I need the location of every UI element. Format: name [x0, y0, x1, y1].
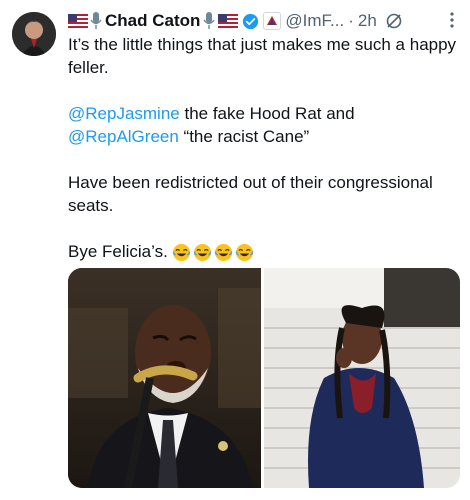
avatar[interactable] [12, 12, 56, 56]
tweet-line: @RepJasmine the fake Hood Rat and [68, 102, 460, 125]
microphone-icon [90, 12, 102, 29]
microphone-icon [203, 12, 215, 29]
timestamp[interactable]: 2h [358, 11, 377, 31]
edited-icon[interactable] [385, 12, 403, 30]
us-flag-icon [218, 14, 239, 28]
tweet[interactable]: Chad Caton @ImF... · 2h It’s the little … [0, 0, 470, 500]
verified-badge-icon[interactable] [242, 13, 259, 30]
tweet-text-fragment: Bye Felicia’s. [68, 242, 168, 261]
more-options-icon[interactable] [442, 10, 462, 30]
mention-link[interactable]: @RepAlGreen [68, 127, 179, 146]
media-grid [68, 268, 460, 488]
laughing-emoji-icon [193, 243, 212, 262]
user-handle[interactable]: @ImF... [285, 11, 344, 31]
laughing-emoji-icon [214, 243, 233, 262]
mention-link[interactable]: @RepJasmine [68, 104, 180, 123]
tweet-line: Have been redistricted out of their cong… [68, 173, 433, 215]
tweet-text-fragment: “the racist Cane” [178, 127, 310, 146]
laughing-emoji-icon [235, 243, 254, 262]
laughing-emoji-icon [172, 243, 191, 262]
affiliate-badge-icon[interactable] [263, 12, 282, 30]
separator-dot: · [348, 11, 354, 30]
tweet-line: Bye Felicia’s. [68, 240, 460, 263]
tweet-line: @RepAlGreen “the racist Cane” [68, 125, 460, 148]
tweet-header: Chad Caton @ImF... · 2h [68, 9, 460, 33]
media-photo[interactable] [68, 268, 261, 488]
media-photo[interactable] [264, 268, 460, 488]
tweet-line: It’s the little things that just makes m… [68, 35, 457, 77]
display-name[interactable]: Chad Caton [105, 11, 200, 31]
emoji-group [172, 243, 254, 262]
tweet-text: It’s the little things that just makes m… [68, 33, 460, 263]
us-flag-icon [68, 14, 88, 28]
tweet-text-fragment: the fake Hood Rat and [179, 104, 355, 123]
